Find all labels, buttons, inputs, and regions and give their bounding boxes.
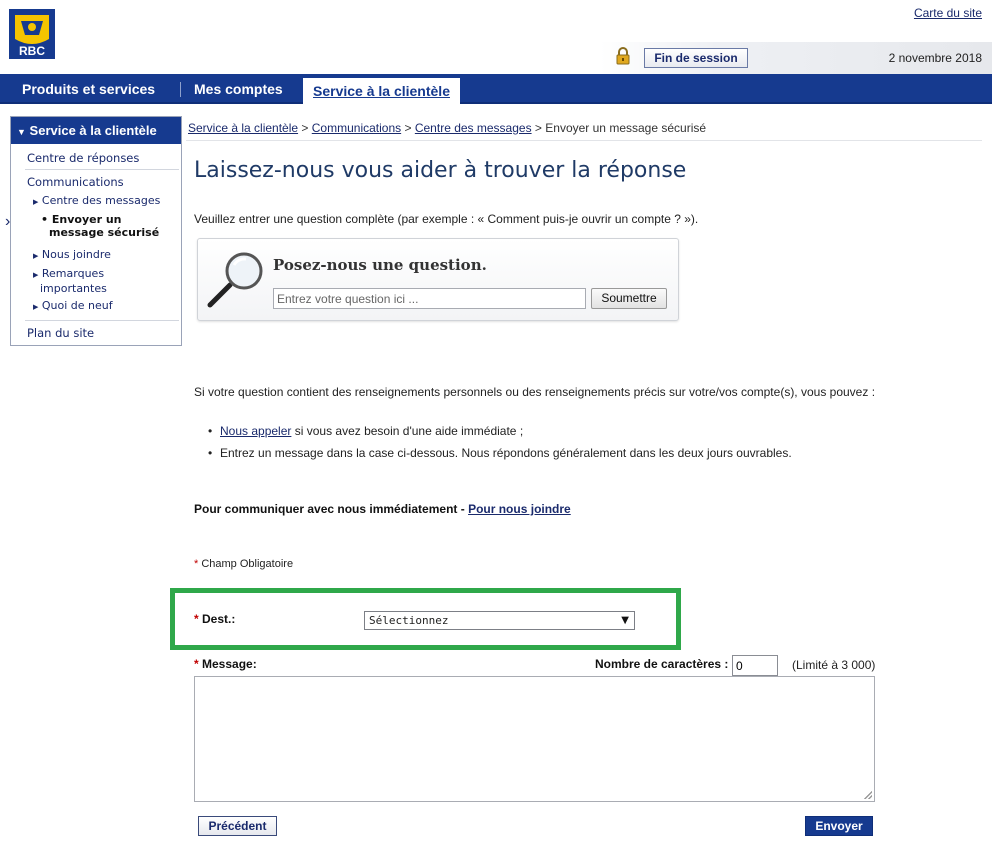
- resize-grip-icon[interactable]: [864, 791, 872, 799]
- required-star: *: [194, 657, 199, 671]
- message-textarea[interactable]: [194, 676, 875, 802]
- list-item: Nous appeler si vous avez besoin d'une a…: [208, 424, 524, 438]
- char-count-field: [732, 655, 778, 676]
- required-note-label: Champ Obligatoire: [201, 558, 294, 570]
- destination-label: * Dest.:: [194, 612, 235, 626]
- nav-divider: [180, 82, 181, 97]
- sidebar-item-label: Quoi de neuf: [41, 299, 113, 312]
- destination-label-text: Dest.:: [202, 612, 236, 626]
- question-box: Posez-nous une question. Soumettre: [197, 238, 679, 321]
- call-us-link[interactable]: Nous appeler: [220, 424, 291, 438]
- destination-select[interactable]: Sélectionnez ▼: [364, 611, 635, 630]
- breadcrumb-link-message-center[interactable]: Centre des messages: [415, 121, 532, 135]
- nav-products-services[interactable]: Produits et services: [22, 74, 155, 104]
- list-item-text: si vous avez besoin d'une aide immédiate…: [291, 424, 524, 438]
- sidebar-item-whats-new[interactable]: ▶ Quoi de neuf: [33, 299, 113, 314]
- sidebar-header[interactable]: ▼ Service à la clientèle: [11, 117, 181, 144]
- question-input[interactable]: [273, 288, 586, 309]
- triangle-right-icon: ▶: [33, 198, 39, 206]
- sidebar-divider: [25, 320, 179, 321]
- contact-now-label: Pour communiquer avec nous immédiatement…: [194, 502, 469, 516]
- sidebar-item-message-center[interactable]: ▶ Centre des messages: [33, 194, 160, 209]
- bullet-icon: •: [41, 213, 49, 226]
- triangle-right-icon: ▶: [33, 271, 39, 279]
- char-limit-text: (Limité à 3 000): [792, 658, 876, 672]
- page-title: Laissez-nous vous aider à trouver la rép…: [194, 158, 687, 183]
- contact-us-link[interactable]: Pour nous joindre: [468, 502, 571, 516]
- breadcrumb-separator: >: [534, 121, 542, 135]
- char-count-label: Nombre de caractères :: [595, 657, 729, 671]
- sitemap-link[interactable]: Carte du site: [914, 6, 982, 20]
- breadcrumb-link-communications[interactable]: Communications: [312, 121, 401, 135]
- question-submit-button[interactable]: Soumettre: [591, 288, 667, 309]
- triangle-right-icon: ▶: [33, 303, 39, 311]
- sidebar-item-label: Envoyer un: [51, 213, 122, 226]
- nav-my-accounts[interactable]: Mes comptes: [194, 74, 283, 104]
- breadcrumb-link-customer-service[interactable]: Service à la clientèle: [188, 121, 298, 135]
- list-item: Entrez un message dans la case ci-dessou…: [208, 446, 792, 460]
- dropdown-arrow-icon: ▼: [621, 615, 629, 626]
- sidebar-divider: [25, 169, 179, 170]
- lock-icon: [616, 47, 630, 65]
- sidebar-item-label-line2: importantes: [40, 282, 107, 295]
- breadcrumb: Service à la clientèle > Communications …: [188, 121, 706, 135]
- sidebar-item-label-line2: message sécurisé: [49, 226, 160, 239]
- current-page-marker-icon: ›: [5, 213, 11, 230]
- sidebar: ▼ Service à la clientèle Centre de répon…: [5, 116, 182, 346]
- logout-button[interactable]: Fin de session: [644, 48, 748, 68]
- personal-info-text: Si votre question contient des renseigne…: [194, 385, 876, 399]
- contact-now-text: Pour communiquer avec nous immédiatement…: [194, 502, 571, 516]
- breadcrumb-divider: [186, 140, 982, 141]
- question-box-title: Posez-nous une question.: [273, 256, 487, 274]
- sidebar-item-send-secure-message[interactable]: • Envoyer un message sécurisé: [41, 213, 161, 239]
- svg-text:RBC: RBC: [19, 44, 45, 58]
- sidebar-item-label: Nous joindre: [41, 248, 111, 261]
- required-star: *: [194, 612, 199, 626]
- sidebar-item-important-notes[interactable]: ▶ Remarques importantes: [33, 267, 107, 295]
- send-button[interactable]: Envoyer: [805, 816, 873, 836]
- required-field-note: * Champ Obligatoire: [194, 558, 293, 570]
- magnifier-icon: [207, 252, 263, 308]
- list-item-text: Entrez un message dans la case ci-dessou…: [220, 446, 792, 460]
- breadcrumb-current: Envoyer un message sécurisé: [545, 121, 707, 135]
- sidebar-item-answer-center[interactable]: Centre de réponses: [27, 151, 139, 165]
- current-date: 2 novembre 2018: [888, 51, 982, 65]
- previous-button[interactable]: Précédent: [198, 816, 277, 836]
- destination-selected-value: Sélectionnez: [369, 614, 449, 627]
- sidebar-item-label: Remarques: [41, 267, 105, 280]
- triangle-right-icon: ▶: [33, 252, 39, 260]
- intro-text: Veuillez entrer une question complète (p…: [194, 212, 699, 226]
- sidebar-item-sitemap[interactable]: Plan du site: [27, 326, 94, 340]
- sidebar-header-label: Service à la clientèle: [29, 123, 157, 138]
- message-label-text: Message:: [202, 657, 257, 671]
- breadcrumb-separator: >: [301, 121, 309, 135]
- breadcrumb-separator: >: [404, 121, 412, 135]
- main-navbar: Produits et services Mes comptes Service…: [0, 74, 992, 104]
- sidebar-item-contact[interactable]: ▶ Nous joindre: [33, 248, 111, 263]
- required-star: *: [194, 558, 199, 570]
- caret-down-icon: ▼: [17, 127, 26, 137]
- sidebar-item-communications[interactable]: Communications: [27, 175, 124, 189]
- nav-customer-service[interactable]: Service à la clientèle: [303, 78, 460, 104]
- rbc-logo[interactable]: RBC: [9, 9, 55, 59]
- message-label: * Message:: [194, 657, 257, 671]
- sidebar-item-label: Centre des messages: [41, 194, 161, 207]
